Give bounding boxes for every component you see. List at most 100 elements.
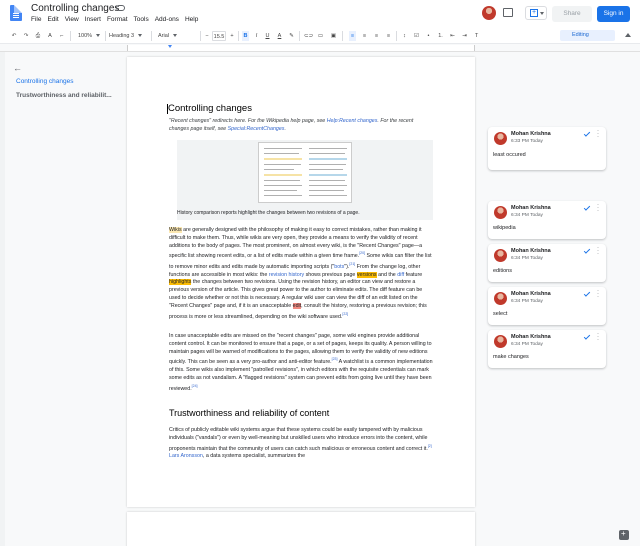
align-right-icon[interactable]: ≡ [373,31,380,41]
comment-card[interactable]: Mohan Krishna 6:34 PM Today · · · editions [488,244,606,282]
editing-mode-select[interactable]: Editing [560,30,615,41]
more-options-icon[interactable]: · · · [597,128,600,140]
underline-icon[interactable]: U [264,31,271,41]
text-color-icon[interactable]: A [276,31,283,41]
comment-time: 6:34 PM Today [511,342,543,347]
image-icon[interactable]: ▣ [330,31,337,41]
link-bots[interactable]: bots [334,264,344,270]
outline-item-controlling-changes[interactable]: Controlling changes [16,78,73,85]
decrease-size-icon[interactable]: − [204,31,210,41]
heading-controlling-changes: Controlling changes [167,103,252,114]
menu-addons[interactable]: Add-ons [155,16,183,23]
highlight-wikis[interactable]: Wikis [169,227,182,233]
comment-card[interactable]: Mohan Krishna 6:34 PM Today · · · wikipedi… [488,201,606,239]
resolve-check-icon[interactable] [583,247,591,254]
menu-insert[interactable]: Insert [85,16,105,23]
heading-trustworthiness: Trustworthiness and reliability of conte… [169,408,330,418]
document-title[interactable]: Controlling changes [31,3,119,14]
highlight-icon[interactable]: ✎ [288,31,295,41]
checklist-icon[interactable]: ☑ [413,31,420,41]
comment-card[interactable]: Mohan Krishna 6:33 PM Today · · · least oc… [488,127,606,170]
print-icon[interactable]: ⎙ [34,31,42,41]
more-options-icon[interactable]: · · · [597,202,600,214]
comment-author: Mohan Krishna [511,334,551,340]
paint-format-icon[interactable]: ⌐ [58,31,66,41]
zoom-select[interactable]: 100% [77,31,101,41]
more-options-icon[interactable]: · · · [597,245,600,257]
link-help-recent-changes[interactable]: Help:Recent changes [327,118,378,124]
bulleted-list-icon[interactable]: • [425,31,432,41]
comment-text: select [493,311,508,317]
sign-in-button[interactable]: Sign in [597,6,630,22]
highlight-highlights[interactable]: highlights [169,279,192,286]
avatar [494,249,507,262]
back-arrow-icon[interactable]: ← [13,63,22,73]
menu-tools[interactable]: Tools [134,16,153,23]
paragraph-critics: Critics of publicly editable wiki system… [169,427,432,460]
font-select[interactable]: Arial [158,31,198,41]
comment-author: Mohan Krishna [511,291,551,297]
avatar [494,292,507,305]
menu-format[interactable]: Format [107,16,132,23]
align-left-icon[interactable]: ≡ [349,31,356,41]
explore-icon[interactable] [619,529,629,540]
document-page[interactable]: Controlling changes "Recent changes" red… [127,57,475,507]
paragraph-recent-changes: Wikis are generally designed with the ph… [169,227,432,320]
resolve-check-icon[interactable] [583,130,591,137]
avatar [494,132,507,145]
align-center-icon[interactable]: ≡ [361,31,368,41]
add-comment-icon[interactable]: ▭ [317,31,324,41]
bold-icon[interactable]: B [242,31,249,41]
hatnote: "Recent changes" redirects here. For the… [169,118,414,132]
comment-time: 6:34 PM Today [511,256,543,261]
link-icon[interactable]: ⊂⊃ [304,31,313,41]
undo-icon[interactable]: ↶ [10,31,18,41]
resolve-check-icon[interactable] [583,204,591,211]
link-revision-history[interactable]: revision history [269,272,304,278]
spellcheck-icon[interactable]: A [46,31,54,41]
history-comparison-image[interactable] [258,142,352,203]
document-page-2[interactable] [127,512,475,546]
avatar [494,335,507,348]
cloud-status-icon[interactable] [116,5,125,11]
comment-card[interactable]: Mohan Krishna 6:34 PM Today · · · make cha… [488,330,606,368]
style-select[interactable]: Heading 3 [109,31,145,41]
chevron-down-icon [540,12,544,15]
link-special-recent-changes[interactable]: Special:RecentChanges [228,126,285,132]
menu-edit[interactable]: Edit [47,16,62,23]
comment-author: Mohan Krishna [511,131,551,137]
justify-icon[interactable]: ≡ [385,31,392,41]
comment-time: 6:34 PM Today [511,299,543,304]
more-options-icon[interactable]: · · · [597,288,600,300]
indent-marker[interactable] [168,45,172,48]
clear-formatting-icon[interactable]: T [473,31,480,41]
link-lars-aronsson[interactable]: Lars Aronsson [169,453,203,459]
share-button[interactable]: Share [552,6,592,22]
numbered-list-icon[interactable]: 1. [437,31,444,41]
comment-text: wikipedia [493,225,516,231]
user-avatar[interactable] [482,6,496,20]
menu-bar: File Edit View Insert Format Tools Add-o… [31,16,204,23]
font-size-input[interactable]: 15.5 [212,31,226,41]
comment-history-icon[interactable] [503,8,513,17]
resolve-check-icon[interactable] [583,290,591,297]
increase-indent-icon[interactable]: ⇥ [461,31,468,41]
menu-help[interactable]: Help [185,16,202,23]
highlight-edit[interactable]: edit [292,302,302,309]
menu-view[interactable]: View [65,16,83,23]
italic-icon[interactable]: I [253,31,260,41]
resolve-check-icon[interactable] [583,333,591,340]
increase-size-icon[interactable]: + [229,31,235,41]
collapse-menus-icon[interactable] [625,33,631,37]
more-options-icon[interactable]: · · · [597,331,600,343]
menu-file[interactable]: File [31,16,45,23]
decrease-indent-icon[interactable]: ⇤ [449,31,456,41]
line-spacing-icon[interactable]: ↕ [401,31,408,41]
outline-item-trustworthiness[interactable]: Trustworthiness and reliabilit... [16,92,112,99]
present-button[interactable]: + [525,6,547,20]
comment-card[interactable]: Mohan Krishna 6:34 PM Today · · · select [488,287,606,325]
redo-icon[interactable]: ↷ [22,31,30,41]
highlight-versions[interactable]: versions [356,271,377,278]
comment-text: editions [493,268,512,274]
docs-logo-icon[interactable] [10,5,22,21]
